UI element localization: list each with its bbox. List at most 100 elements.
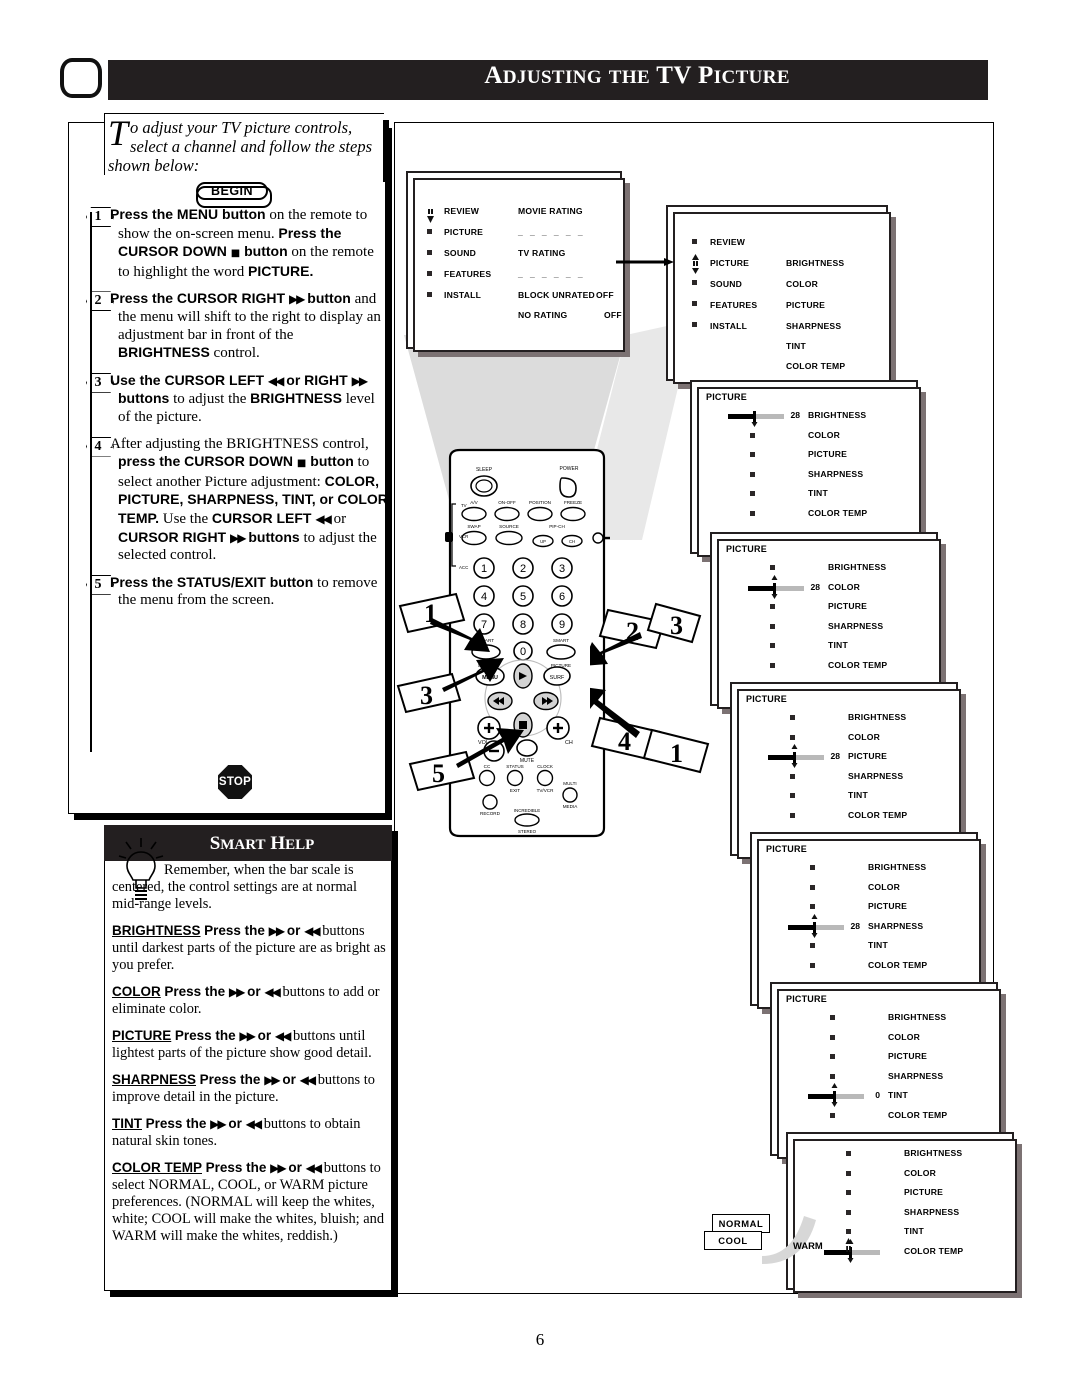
osd-row-sharpness[interactable]: SHARPNESS (888, 1071, 943, 1081)
intro-dropcap: T (108, 113, 129, 153)
osd-row-picture[interactable]: PICTURE (868, 901, 907, 911)
osd-row-brightness[interactable]: BRIGHTNESS (868, 862, 926, 872)
osd-marker-sharpness (750, 471, 755, 477)
begin-badge: BEGIN (196, 182, 272, 208)
osd-row-color-temp[interactable]: COLOR TEMP (808, 508, 867, 518)
osd-marker-picture (846, 1190, 851, 1195)
osd-row-tint[interactable]: TINT (808, 488, 828, 498)
osd-row-block-unrated: BLOCK UNRATED (518, 290, 595, 300)
osd-menu-review[interactable]: REVIEW (710, 237, 745, 247)
osd-row-color: COLOR (786, 279, 819, 289)
osd-marker (692, 239, 697, 244)
osd-menu-sound[interactable]: SOUND (710, 279, 742, 289)
osd-menu-picture[interactable]: PICTURE (710, 258, 749, 268)
smart-help-entry-color: COLOR Press the ▶▶ or ◀◀ buttons to add … (112, 984, 380, 1017)
osd-row-brightness[interactable]: BRIGHTNESS (828, 562, 886, 572)
step-text: Press the MENU button on the remote to s… (110, 206, 374, 280)
osd-row-tint[interactable]: TINT (848, 790, 868, 800)
osd-menu-review[interactable]: REVIEW (444, 206, 479, 216)
osd-menu-install[interactable]: INSTALL (444, 290, 481, 300)
osd-row-picture[interactable]: PICTURE (904, 1187, 943, 1197)
osd-row-color[interactable]: COLOR (904, 1168, 936, 1178)
osd-row-picture[interactable]: PICTURE (848, 751, 887, 761)
osd-marker (427, 250, 432, 255)
osd-row-color[interactable]: COLOR (868, 882, 900, 892)
osd-menu-install[interactable]: INSTALL (710, 321, 747, 331)
osd-marker-sharpness (846, 1209, 851, 1215)
osd-marker-sharpness (830, 1073, 835, 1079)
temp-option-warm[interactable]: WARM (793, 1240, 823, 1251)
osd-row-brightness[interactable]: BRIGHTNESS (848, 712, 906, 722)
svg-text:5: 5 (432, 759, 445, 788)
osd-row-picture[interactable]: PICTURE (888, 1051, 927, 1061)
osd-row-dashes-2: _ _ _ _ _ _ (518, 269, 586, 279)
osd-marker-brightness (846, 1151, 851, 1156)
osd-row-brightness[interactable]: BRIGHTNESS (904, 1148, 962, 1158)
svg-text:1: 1 (670, 739, 683, 768)
osd-marker-color-temp (830, 1112, 835, 1118)
osd-row-color-temp[interactable]: COLOR TEMP (868, 960, 927, 970)
osd-row-sharpness: SHARPNESS (786, 321, 842, 331)
step-number-badge: 5 (86, 575, 116, 594)
smart-help-entry-sharpness: SHARPNESS Press the ▶▶ or ◀◀ buttons to … (112, 1072, 375, 1105)
osd-row-brightness[interactable]: BRIGHTNESS (888, 1012, 946, 1022)
osd-screen-7-tint: PICTURE BRIGHTNESS COLOR PICTURE SHARPNESS 0 T… (770, 982, 1001, 1159)
osd-value-no-rating: OFF (604, 310, 622, 320)
osd-marker-tint (810, 943, 815, 948)
smart-help-term: COLOR TEMP (112, 1160, 202, 1175)
step-text: Use the CURSOR LEFT ◀◀ or RIGHT ▶▶ butto… (110, 371, 375, 425)
osd-marker-color-temp (810, 962, 815, 968)
temp-option-cool[interactable]: COOL (704, 1231, 762, 1250)
osd-row-sharpness[interactable]: SHARPNESS (848, 771, 903, 781)
step-text: Press the STATUS/EXIT button to remove t… (110, 573, 378, 609)
osd-row-brightness[interactable]: BRIGHTNESS (808, 410, 866, 420)
svg-text:3: 3 (670, 611, 683, 640)
osd-menu-picture[interactable]: PICTURE (444, 227, 483, 237)
callout-arrows-right: 2 3 4 1 (590, 602, 710, 774)
osd-row-tv-rating: TV RATING (518, 248, 566, 258)
osd-screen-title: PICTURE (726, 544, 767, 554)
step-number-badge: 2 (86, 291, 116, 310)
osd-row-sharpness[interactable]: SHARPNESS (808, 469, 863, 479)
page-number: 6 (535, 1330, 545, 1349)
osd-row-color[interactable]: COLOR (848, 732, 880, 742)
osd-row-picture: PICTURE (786, 300, 826, 310)
osd-row-color[interactable]: COLOR (888, 1032, 920, 1042)
svg-text:SLEEP: SLEEP (476, 467, 493, 473)
osd-menu-features[interactable]: FEATURES (444, 269, 491, 279)
steps-list: 1 Press the MENU button on the remote to … (88, 206, 388, 619)
osd-row-tint[interactable]: TINT (888, 1090, 908, 1100)
svg-text:TV: TV (461, 503, 467, 508)
svg-text:VCR: VCR (459, 534, 468, 539)
osd-row-tint[interactable]: TINT (868, 940, 888, 950)
smart-help-term: TINT (112, 1116, 142, 1131)
intro-body: o adjust your TV picture con­trols, sele… (108, 118, 372, 175)
flow-arrow-icon (616, 258, 674, 266)
osd-menu-sound[interactable]: SOUND (444, 248, 476, 258)
osd-row-color-temp[interactable]: COLOR TEMP (904, 1246, 963, 1256)
osd-row-no-rating: NO RATING (518, 310, 568, 320)
smart-help-entry-color-temp: COLOR TEMP Press the ▶▶ or ◀◀ buttons to… (112, 1160, 385, 1244)
osd-screen-title: PICTURE (786, 994, 827, 1004)
osd-row-color-temp[interactable]: COLOR TEMP (848, 810, 907, 820)
osd-screen-3-brightness: PICTURE 28 BRIGHTNESS COLOR PICTURE SHARPNESS… (690, 380, 921, 557)
step-5: 5 Press the STATUS/EXIT button to remove … (88, 574, 388, 610)
osd-row-picture[interactable]: PICTURE (808, 449, 847, 459)
step-text: Press the CURSOR RIGHT ▶▶ button and the… (110, 290, 381, 362)
osd-marker-picture (810, 904, 815, 909)
osd-row-color-temp[interactable]: COLOR TEMP (888, 1110, 947, 1120)
page-header: ADJUSTING THE TV PICTURE (0, 0, 1080, 110)
osd-row-color[interactable]: COLOR (808, 430, 840, 440)
osd-row-sharpness[interactable]: SHARPNESS (904, 1207, 959, 1217)
osd-marker-tint (846, 1229, 851, 1234)
osd-row-tint[interactable]: TINT (904, 1226, 924, 1236)
step-number-badge: 1 (86, 207, 116, 226)
osd-menu-features[interactable]: FEATURES (710, 300, 757, 310)
svg-text:3: 3 (420, 681, 433, 710)
osd-row-movie-rating: MOVIE RATING (518, 206, 583, 216)
osd-marker-picture (750, 452, 755, 457)
step-text: After adjusting the BRIGHTNESS control, … (110, 435, 388, 564)
smart-help-term: BRIGHTNESS (112, 923, 201, 938)
osd-row-sharpness[interactable]: SHARPNESS (868, 921, 923, 931)
cursor-indicator-review (426, 208, 435, 226)
